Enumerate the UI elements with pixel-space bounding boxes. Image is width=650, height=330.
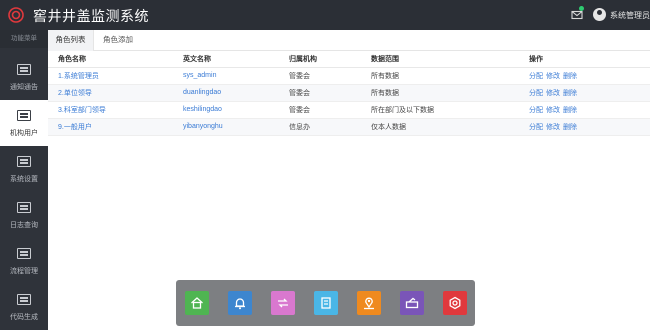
- top-bar: 窖井井盖监测系统 系统管理员: [0, 0, 650, 30]
- table-row: 9.一般用户 yibanyonghu 信息办 仅本人数据 分配 修改 删除: [48, 118, 650, 136]
- table-row: 2.单位领导 duanlingdao 管委会 所有数据 分配 修改 删除: [48, 84, 650, 102]
- app-title: 窖井井盖监测系统: [33, 8, 149, 24]
- dock-map-button[interactable]: [357, 291, 381, 315]
- table-row: 3.科室部门领导 keshilingdao 管委会 所在部门及以下数据 分配 修改…: [48, 101, 650, 119]
- device-icon: [321, 297, 331, 309]
- sidebar-item-org-users[interactable]: 机构用户: [0, 100, 48, 146]
- role-english-name: yibanyonghu: [173, 118, 279, 136]
- role-org: 管委会: [279, 101, 361, 119]
- sidebar: 功能菜单 通知通告 机构用户 系统设置 日志查询 流程管理 代码生成: [0, 30, 48, 330]
- assign-button[interactable]: 分配: [529, 90, 543, 97]
- role-scope: 所有数据: [361, 67, 519, 85]
- sidebar-item-workflow[interactable]: 流程管理: [0, 238, 48, 284]
- edit-button[interactable]: 修改: [546, 90, 560, 97]
- role-name-link[interactable]: 9.一般用户: [48, 118, 173, 136]
- row-actions: 分配 修改 删除: [519, 101, 650, 119]
- settings-icon: [449, 296, 461, 310]
- role-name-link[interactable]: 2.单位领导: [48, 84, 173, 102]
- column-header: 英文名称: [173, 51, 279, 68]
- sidebar-item-label: 系统设置: [10, 176, 38, 183]
- role-english-name: duanlingdao: [173, 84, 279, 102]
- menu-icon: [17, 202, 31, 213]
- menu-icon: [17, 110, 31, 121]
- delete-button[interactable]: 删除: [563, 73, 577, 80]
- row-actions: 分配 修改 删除: [519, 84, 650, 102]
- sidebar-item-log-query[interactable]: 日志查询: [0, 192, 48, 238]
- assign-button[interactable]: 分配: [529, 73, 543, 80]
- sidebar-item-system-settings[interactable]: 系统设置: [0, 146, 48, 192]
- role-name-link[interactable]: 1.系统管理员: [48, 67, 173, 85]
- delete-button[interactable]: 删除: [563, 107, 577, 114]
- table-header-row: 角色名称 英文名称 归属机构 数据范围 操作: [48, 51, 650, 68]
- role-english-name: sys_admin: [173, 67, 279, 85]
- row-actions: 分配 修改 删除: [519, 67, 650, 85]
- row-actions: 分配 修改 删除: [519, 118, 650, 136]
- sidebar-item-label: 通知通告: [10, 84, 38, 91]
- role-english-name: keshilingdao: [173, 101, 279, 119]
- alarm-bell-icon: [235, 298, 245, 310]
- home-icon: [191, 297, 203, 309]
- dock-alarm-button[interactable]: [228, 291, 252, 315]
- role-scope: 仅本人数据: [361, 118, 519, 136]
- role-org: 管委会: [279, 67, 361, 85]
- sidebar-item-label: 流程管理: [10, 268, 38, 275]
- tab-role-add[interactable]: 角色添加: [94, 30, 142, 51]
- column-header: 数据范围: [361, 51, 519, 68]
- menu-icon: [17, 294, 31, 305]
- role-name-link[interactable]: 3.科室部门领导: [48, 101, 173, 119]
- role-org: 信息办: [279, 118, 361, 136]
- tab-bar: 角色列表 角色添加: [48, 30, 650, 51]
- delete-button[interactable]: 删除: [563, 90, 577, 97]
- column-header: 角色名称: [48, 51, 173, 68]
- sidebar-item-label: 代码生成: [10, 314, 38, 321]
- notification-dot: [579, 6, 584, 11]
- edit-button[interactable]: 修改: [546, 73, 560, 80]
- column-header: 操作: [519, 51, 650, 68]
- delete-button[interactable]: 删除: [563, 124, 577, 131]
- table-row: 1.系统管理员 sys_admin 管委会 所有数据 分配 修改 删除: [48, 67, 650, 85]
- menu-icon: [17, 156, 31, 167]
- cover-icon: [405, 297, 419, 309]
- user-name[interactable]: 系统管理员: [610, 10, 650, 21]
- sidebar-header: 功能菜单: [0, 30, 48, 48]
- edit-button[interactable]: 修改: [546, 124, 560, 131]
- menu-icon: [17, 248, 31, 259]
- dock-cover-button[interactable]: [400, 291, 424, 315]
- sidebar-item-notices[interactable]: 通知通告: [0, 54, 48, 100]
- map-pin-icon: [364, 297, 374, 310]
- role-table: 角色名称 英文名称 归属机构 数据范围 操作 1.系统管理员 sys_admin…: [48, 51, 650, 136]
- quick-launch-dock: [176, 280, 475, 326]
- sidebar-item-code-gen[interactable]: 代码生成: [0, 284, 48, 330]
- role-scope: 所在部门及以下数据: [361, 101, 519, 119]
- role-org: 管委会: [279, 84, 361, 102]
- sidebar-item-label: 日志查询: [10, 222, 38, 229]
- assign-button[interactable]: 分配: [529, 124, 543, 131]
- transfer-icon: [278, 298, 288, 308]
- tab-role-list[interactable]: 角色列表: [48, 30, 94, 51]
- dock-device-button[interactable]: [314, 291, 338, 315]
- menu-icon: [17, 64, 31, 75]
- assign-button[interactable]: 分配: [529, 107, 543, 114]
- column-header: 归属机构: [279, 51, 361, 68]
- dock-settings-button[interactable]: [443, 291, 467, 315]
- avatar[interactable]: [593, 8, 606, 21]
- logo-icon: [8, 7, 24, 23]
- sidebar-item-label: 机构用户: [10, 130, 38, 137]
- dock-home-button[interactable]: [185, 291, 209, 315]
- edit-button[interactable]: 修改: [546, 107, 560, 114]
- dock-transfer-button[interactable]: [271, 291, 295, 315]
- role-scope: 所有数据: [361, 84, 519, 102]
